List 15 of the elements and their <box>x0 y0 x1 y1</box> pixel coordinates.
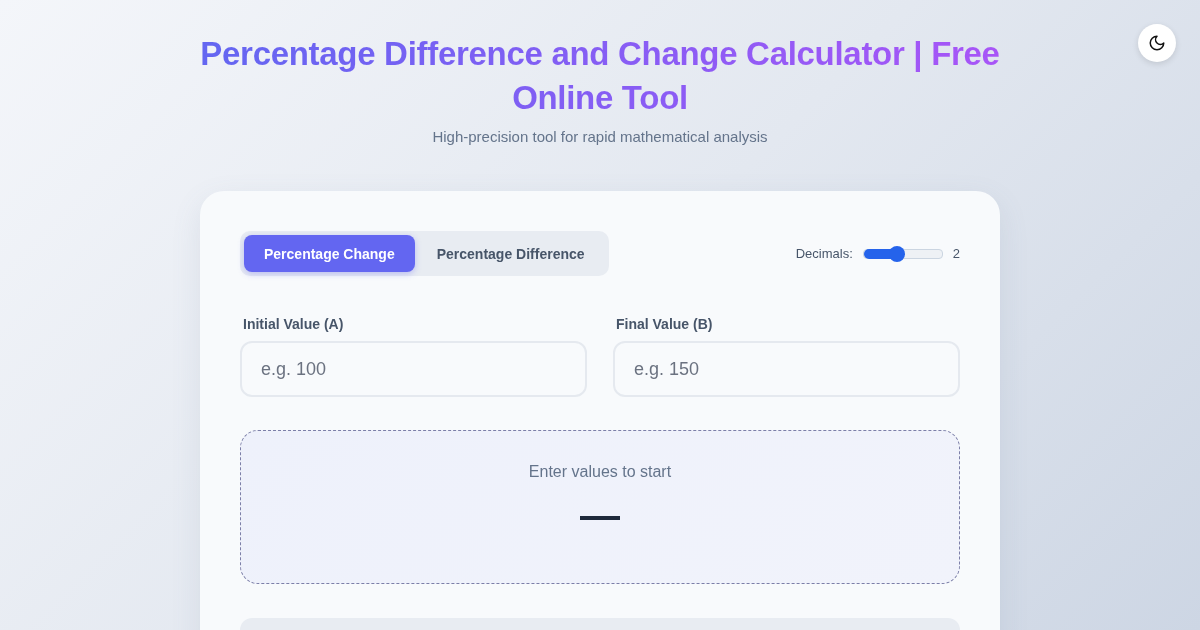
decimals-label: Decimals: <box>795 246 853 261</box>
field-label: Final Value (B) <box>615 316 714 332</box>
decimals-value: 2 <box>952 246 960 261</box>
field-label: Initial Value (A) <box>242 316 345 332</box>
result-message: Enter values to start <box>528 463 672 481</box>
mode-tab[interactable]: Percentage Change <box>244 235 415 272</box>
result-value: — <box>580 492 620 539</box>
slider-thumb[interactable] <box>888 245 905 262</box>
number-input[interactable]: e.g. 100 <box>240 341 587 397</box>
theme-toggle-button[interactable] <box>1138 24 1176 62</box>
mode-tab[interactable]: Percentage Difference <box>416 235 605 272</box>
moon-icon <box>1148 34 1166 52</box>
decimals-slider[interactable] <box>862 248 943 259</box>
number-input[interactable]: e.g. 150 <box>613 341 960 397</box>
page-subtitle: High-precision tool for rapid mathematical analysis <box>432 128 768 145</box>
